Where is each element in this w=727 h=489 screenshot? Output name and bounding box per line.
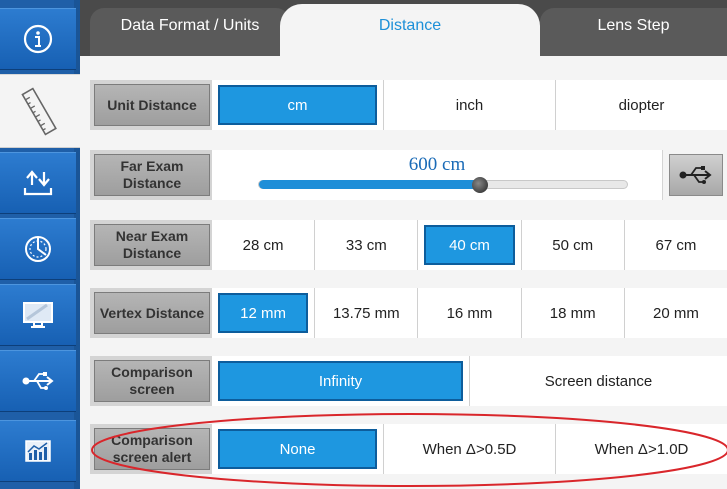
row-label: Far Exam Distance bbox=[94, 154, 210, 196]
sidebar-item-compass[interactable] bbox=[0, 218, 76, 280]
far-exam-slider-area: 600 cm bbox=[212, 150, 662, 200]
option-20mm[interactable]: 20 mm bbox=[623, 288, 727, 338]
usb-export-button[interactable] bbox=[663, 150, 727, 200]
tab-distance[interactable]: Distance bbox=[280, 4, 540, 56]
option-diopter[interactable]: diopter bbox=[555, 80, 727, 130]
row-label: Comparison screen alert bbox=[94, 428, 210, 470]
comparison-alert-options: None When Δ>0.5D When Δ>1.0D bbox=[212, 424, 727, 474]
far-exam-distance-row: Far Exam Distance 600 cm bbox=[90, 150, 727, 200]
slider-fill bbox=[259, 180, 480, 189]
compass-icon bbox=[25, 236, 51, 262]
option-12mm[interactable]: 12 mm bbox=[212, 288, 315, 338]
near-exam-distance-row: Near Exam Distance 28 cm 33 cm 40 cm 50 … bbox=[90, 220, 727, 270]
option-label: 28 cm bbox=[242, 236, 284, 254]
option-label: When Δ>0.5D bbox=[422, 440, 517, 458]
option-28cm[interactable]: 28 cm bbox=[212, 220, 315, 270]
option-none[interactable]: None bbox=[212, 424, 383, 474]
comparison-options: Infinity Screen distance bbox=[212, 356, 727, 406]
row-label: Vertex Distance bbox=[94, 292, 210, 334]
sidebar-item-monitor[interactable] bbox=[0, 284, 76, 346]
unit-distance-row: Unit Distance cm inch diopter bbox=[90, 80, 727, 130]
sidebar-item-chart[interactable] bbox=[0, 420, 76, 482]
sidebar-item-usb[interactable] bbox=[0, 350, 76, 412]
sidebar bbox=[0, 0, 80, 489]
info-icon bbox=[23, 24, 53, 54]
option-label: 13.75 mm bbox=[332, 304, 400, 322]
option-16mm[interactable]: 16 mm bbox=[417, 288, 521, 338]
tab-label: Lens Step bbox=[597, 17, 670, 34]
tab-bar: Data Format / Units Lens Step Distance bbox=[80, 0, 727, 56]
tab-lens-step[interactable]: Lens Step bbox=[540, 8, 727, 56]
comparison-alert-row: Comparison screen alert None When Δ>0.5D… bbox=[90, 424, 727, 474]
option-cm[interactable]: cm bbox=[212, 80, 383, 130]
option-label: 16 mm bbox=[446, 304, 493, 322]
option-label: 18 mm bbox=[549, 304, 596, 322]
unit-distance-options: cm inch diopter bbox=[212, 80, 727, 130]
option-label: None bbox=[279, 440, 316, 458]
slider-handle[interactable] bbox=[471, 177, 488, 193]
near-exam-options: 28 cm 33 cm 40 cm 50 cm 67 cm bbox=[212, 220, 727, 270]
option-67cm[interactable]: 67 cm bbox=[623, 220, 727, 270]
option-18mm[interactable]: 18 mm bbox=[520, 288, 624, 338]
chart-icon bbox=[25, 440, 51, 462]
option-when-0-5d[interactable]: When Δ>0.5D bbox=[383, 424, 555, 474]
row-label: Near Exam Distance bbox=[94, 224, 210, 266]
option-50cm[interactable]: 50 cm bbox=[520, 220, 624, 270]
option-screen-distance[interactable]: Screen distance bbox=[469, 356, 727, 406]
ruler-icon bbox=[21, 87, 57, 136]
option-infinity[interactable]: Infinity bbox=[212, 356, 469, 406]
distance-settings-panel: Unit Distance cm inch diopter Far Exam D… bbox=[80, 56, 727, 489]
far-exam-slider[interactable] bbox=[258, 177, 628, 193]
option-when-1-0d[interactable]: When Δ>1.0D bbox=[555, 424, 727, 474]
tab-label: Data Format / Units bbox=[120, 17, 260, 34]
option-label: 40 cm bbox=[449, 236, 490, 254]
sidebar-item-transfer[interactable] bbox=[0, 152, 76, 214]
sidebar-item-distance[interactable] bbox=[0, 74, 80, 148]
usb-icon bbox=[679, 166, 712, 184]
option-label: 67 cm bbox=[655, 236, 697, 254]
usb-icon bbox=[22, 372, 54, 390]
upload-download-icon bbox=[23, 170, 53, 196]
option-40cm[interactable]: 40 cm bbox=[417, 220, 521, 270]
vertex-distance-row: Vertex Distance 12 mm 13.75 mm 16 mm 18 … bbox=[90, 288, 727, 338]
far-exam-value: 600 cm bbox=[408, 154, 466, 175]
option-label: 20 mm bbox=[652, 304, 699, 322]
option-label: 50 cm bbox=[552, 236, 594, 254]
row-label: Comparison screen bbox=[94, 360, 210, 402]
tab-label: Distance bbox=[378, 17, 442, 34]
option-label: 12 mm bbox=[240, 304, 287, 322]
option-label: 33 cm bbox=[345, 236, 387, 254]
option-inch[interactable]: inch bbox=[383, 80, 555, 130]
sidebar-item-info[interactable] bbox=[0, 8, 76, 70]
vertex-options: 12 mm 13.75 mm 16 mm 18 mm 20 mm bbox=[212, 288, 727, 338]
option-label: Infinity bbox=[318, 372, 363, 390]
tab-data-format-units[interactable]: Data Format / Units bbox=[90, 8, 290, 56]
option-label: Screen distance bbox=[544, 372, 653, 390]
comparison-screen-row: Comparison screen Infinity Screen distan… bbox=[90, 356, 727, 406]
option-label: inch bbox=[455, 96, 484, 114]
option-13-75mm[interactable]: 13.75 mm bbox=[314, 288, 418, 338]
option-label: diopter bbox=[618, 96, 665, 114]
option-label: cm bbox=[287, 96, 308, 114]
monitor-icon bbox=[23, 302, 53, 328]
row-label: Unit Distance bbox=[94, 84, 210, 126]
option-label: When Δ>1.0D bbox=[594, 440, 689, 458]
option-33cm[interactable]: 33 cm bbox=[314, 220, 418, 270]
